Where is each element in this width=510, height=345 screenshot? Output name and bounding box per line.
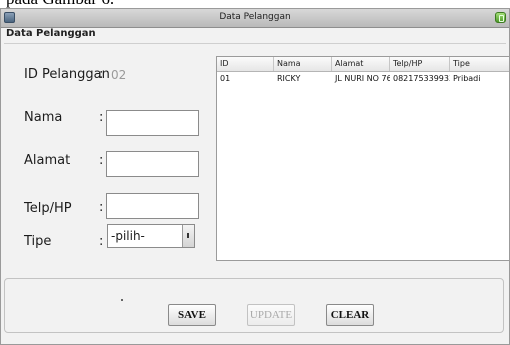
column-header-id[interactable]: ID	[217, 57, 274, 71]
clear-button[interactable]: CLEAR	[326, 304, 374, 326]
alamat-input[interactable]	[106, 151, 199, 177]
cell-telp: 082175339933	[393, 74, 450, 83]
nama-colon: :	[99, 110, 104, 125]
background-document-text: pada Gambar 6.	[0, 0, 510, 8]
column-header-telp[interactable]: Telp/HP	[390, 57, 450, 71]
tipe-selected-value: -pilih-	[111, 229, 145, 243]
save-button[interactable]: SAVE	[168, 304, 216, 326]
pelanggan-table[interactable]: ID Nama Alamat Telp/HP Tipe 01 RICKY JL …	[216, 56, 510, 261]
telp-colon: :	[99, 200, 104, 215]
cell-alamat: JL NURI NO 76	[335, 74, 390, 83]
update-button[interactable]: UPDATE	[247, 304, 295, 326]
id-pelanggan-label: ID Pelanggan	[24, 67, 110, 82]
window-title: Data Pelanggan	[219, 12, 291, 22]
cell-id: 01	[220, 74, 231, 83]
background-text: pada Gambar 6.	[6, 0, 114, 8]
table-header: ID Nama Alamat Telp/HP Tipe	[217, 57, 509, 72]
column-header-alamat[interactable]: Alamat	[332, 57, 390, 71]
nama-input[interactable]	[106, 110, 199, 136]
title-bar[interactable]: Data Pelanggan	[1, 9, 509, 28]
dropdown-arrow-icon[interactable]	[182, 225, 194, 247]
column-header-tipe[interactable]: Tipe	[450, 57, 509, 71]
cell-tipe: Pribadi	[453, 74, 481, 83]
alamat-colon: :	[99, 153, 104, 168]
telp-label: Telp/HP	[24, 201, 72, 216]
id-pelanggan-value: 02	[111, 68, 127, 82]
tipe-colon: :	[99, 234, 104, 249]
telp-input[interactable]	[106, 193, 199, 219]
table-row[interactable]: 01 RICKY JL NURI NO 76 082175339933 Prib…	[217, 72, 509, 86]
nama-label: Nama	[24, 110, 63, 125]
tipe-label: Tipe	[24, 234, 52, 249]
alamat-label: Alamat	[24, 153, 71, 168]
form-title: Data Pelanggan	[6, 28, 96, 39]
id-pelanggan-colon: :	[99, 67, 104, 82]
column-header-nama[interactable]: Nama	[274, 57, 332, 71]
cell-nama: RICKY	[277, 74, 301, 83]
close-icon[interactable]	[495, 12, 506, 23]
panel-dot	[121, 299, 123, 301]
tipe-select[interactable]: -pilih-	[107, 224, 195, 248]
title-divider	[4, 43, 506, 44]
